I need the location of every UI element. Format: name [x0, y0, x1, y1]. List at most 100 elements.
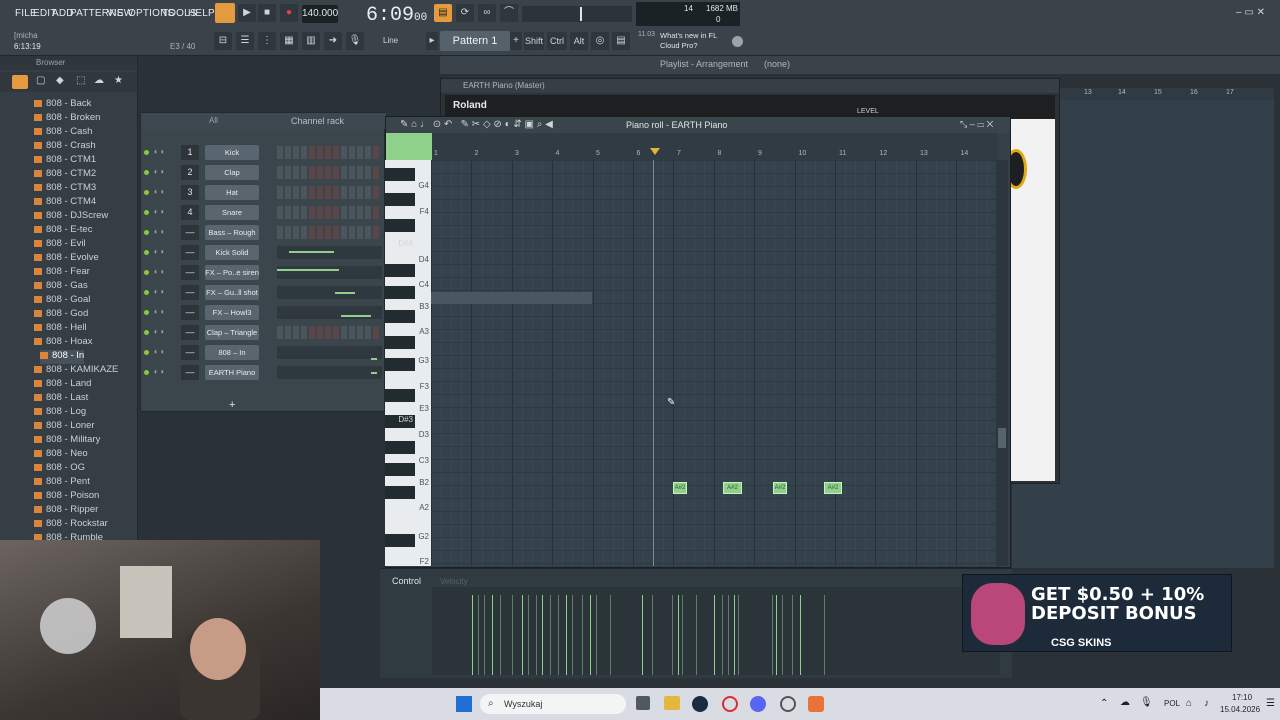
- channel-row[interactable]: ◖ ◗ — EARTH Piano: [141, 363, 386, 383]
- metronome-icon[interactable]: ⌒: [500, 4, 518, 22]
- channel-pan-icon[interactable]: ◖ ◗: [153, 307, 165, 316]
- pattern-song-toggle[interactable]: [215, 3, 235, 23]
- velocity-bar[interactable]: [672, 595, 673, 675]
- tempo-display[interactable]: 140.000: [302, 5, 338, 23]
- channel-filter[interactable]: All: [209, 116, 218, 125]
- shift-button[interactable]: Shift: [524, 32, 544, 50]
- record-button[interactable]: ●: [280, 4, 298, 22]
- browser-all-icon[interactable]: ▢: [36, 75, 45, 86]
- mixer-track-number[interactable]: —: [181, 285, 199, 300]
- channel-row[interactable]: ◖ ◗ — Kick Solid: [141, 243, 386, 263]
- piano-note[interactable]: A#2: [824, 482, 842, 494]
- browser-item[interactable]: 808 - Evolve: [34, 252, 99, 266]
- velocity-bar[interactable]: [682, 595, 683, 675]
- channel-led-icon[interactable]: [144, 270, 149, 275]
- velocity-bar[interactable]: [714, 595, 715, 675]
- channel-pan-icon[interactable]: ◖ ◗: [153, 347, 165, 356]
- browser-item[interactable]: 808 - Evil: [34, 238, 86, 252]
- velocity-bar[interactable]: [566, 595, 567, 675]
- browser-item[interactable]: 808 - Fear: [34, 266, 90, 280]
- notifications-icon[interactable]: ☰: [1266, 698, 1275, 709]
- browser-item[interactable]: 808 - Hell: [34, 322, 87, 336]
- output-icon[interactable]: ▤: [612, 32, 630, 50]
- network-icon[interactable]: ⌂: [1186, 698, 1192, 709]
- piano-roll-grid[interactable]: A#2 A#2 A#2 A#2: [431, 160, 996, 566]
- velocity-bar[interactable]: [596, 595, 597, 675]
- black-key[interactable]: [385, 336, 415, 349]
- channel-row[interactable]: ◖ ◗ — FX – Gu..ll shot: [141, 283, 386, 303]
- alt-button[interactable]: Alt: [570, 32, 588, 50]
- browser-item[interactable]: 808 - In: [40, 350, 85, 364]
- channel-led-icon[interactable]: [144, 210, 149, 215]
- snap-mode[interactable]: Line: [383, 36, 398, 45]
- velocity-bar[interactable]: [722, 595, 723, 675]
- browser-options-icon[interactable]: [12, 75, 28, 89]
- browser-item[interactable]: 808 - Last: [34, 392, 88, 406]
- piano-roll-window-controls[interactable]: ⤡ – ▭ ✕: [960, 119, 993, 130]
- typing-keyboard-icon[interactable]: ▤: [434, 4, 452, 22]
- channel-name-button[interactable]: EARTH Piano: [205, 365, 259, 380]
- channel-pan-icon[interactable]: ◖ ◗: [153, 227, 165, 236]
- velocity-bar[interactable]: [572, 595, 573, 675]
- black-key[interactable]: [385, 441, 415, 454]
- channel-led-icon[interactable]: [144, 150, 149, 155]
- ctrl-button[interactable]: Ctrl: [547, 32, 567, 50]
- browser-item[interactable]: 808 - Land: [34, 378, 91, 392]
- opera-icon[interactable]: [722, 696, 738, 712]
- channel-led-icon[interactable]: [144, 250, 149, 255]
- black-key[interactable]: [385, 463, 415, 476]
- step-sequencer[interactable]: [277, 146, 382, 159]
- browser-item[interactable]: 808 - CTM3: [34, 182, 96, 196]
- black-key[interactable]: [385, 168, 415, 181]
- mixer-track-number[interactable]: 1: [181, 145, 199, 160]
- browser-item[interactable]: 808 - Military: [34, 434, 100, 448]
- velocity-bar[interactable]: [728, 595, 729, 675]
- velocity-bar[interactable]: [800, 595, 801, 675]
- channel-row[interactable]: ◖ ◗ — Clap – Triangle: [141, 323, 386, 343]
- channel-name-button[interactable]: Clap: [205, 165, 259, 180]
- control-label[interactable]: Control: [392, 576, 421, 586]
- browser-item[interactable]: 808 - Back: [34, 98, 91, 112]
- tray-app-icon[interactable]: ☁: [1120, 697, 1130, 708]
- channel-row[interactable]: ◖ ◗ 3 Hat: [141, 183, 386, 203]
- black-key[interactable]: [385, 264, 415, 277]
- master-volume-slider[interactable]: [522, 6, 632, 22]
- velocity-bar[interactable]: [642, 595, 643, 675]
- black-key[interactable]: [385, 486, 415, 499]
- channel-pan-icon[interactable]: ◖ ◗: [153, 167, 165, 176]
- channel-name-button[interactable]: 808 – In: [205, 345, 259, 360]
- piano-note[interactable]: A#2: [773, 482, 787, 494]
- channel-rack-icon[interactable]: ⋮: [258, 32, 276, 50]
- velocity-bar[interactable]: [522, 595, 523, 675]
- velocity-bar[interactable]: [734, 595, 735, 675]
- language-indicator[interactable]: POL: [1164, 699, 1180, 708]
- playhead-marker-icon[interactable]: [650, 148, 660, 155]
- fl-studio-icon[interactable]: [808, 696, 824, 712]
- browser-item[interactable]: 808 - Poison: [34, 490, 99, 504]
- obs-icon[interactable]: [780, 696, 796, 712]
- velocity-lane[interactable]: [432, 587, 1000, 675]
- velocity-bar[interactable]: [590, 595, 591, 675]
- velocity-bar[interactable]: [782, 595, 783, 675]
- mixer-track-number[interactable]: 3: [181, 185, 199, 200]
- step-sequencer[interactable]: [277, 306, 382, 319]
- blend-icon[interactable]: ∞: [478, 4, 496, 22]
- step-sequencer[interactable]: [277, 206, 382, 219]
- channel-name-button[interactable]: FX – Howl3: [205, 305, 259, 320]
- velocity-bar[interactable]: [536, 595, 537, 675]
- browser-item[interactable]: 808 - Pent: [34, 476, 90, 490]
- add-channel-button[interactable]: +: [229, 399, 235, 411]
- playlist-icon[interactable]: ▥: [302, 32, 320, 50]
- black-key[interactable]: [385, 389, 415, 402]
- piano-roll-icon[interactable]: ▦: [280, 32, 298, 50]
- browser-item[interactable]: 808 - Ripper: [34, 504, 98, 518]
- browser-item[interactable]: 808 - DJScrew: [34, 210, 108, 224]
- step-sequencer[interactable]: [277, 186, 382, 199]
- channel-name-button[interactable]: FX – Gu..ll shot: [205, 285, 259, 300]
- channel-row[interactable]: ◖ ◗ — Bass – Rough: [141, 223, 386, 243]
- browser-star-icon[interactable]: ★: [114, 75, 123, 86]
- mixer-track-number[interactable]: —: [181, 225, 199, 240]
- channel-name-button[interactable]: Bass – Rough: [205, 225, 259, 240]
- pattern-add-icon[interactable]: +: [510, 32, 522, 50]
- velocity-bar[interactable]: [696, 595, 697, 675]
